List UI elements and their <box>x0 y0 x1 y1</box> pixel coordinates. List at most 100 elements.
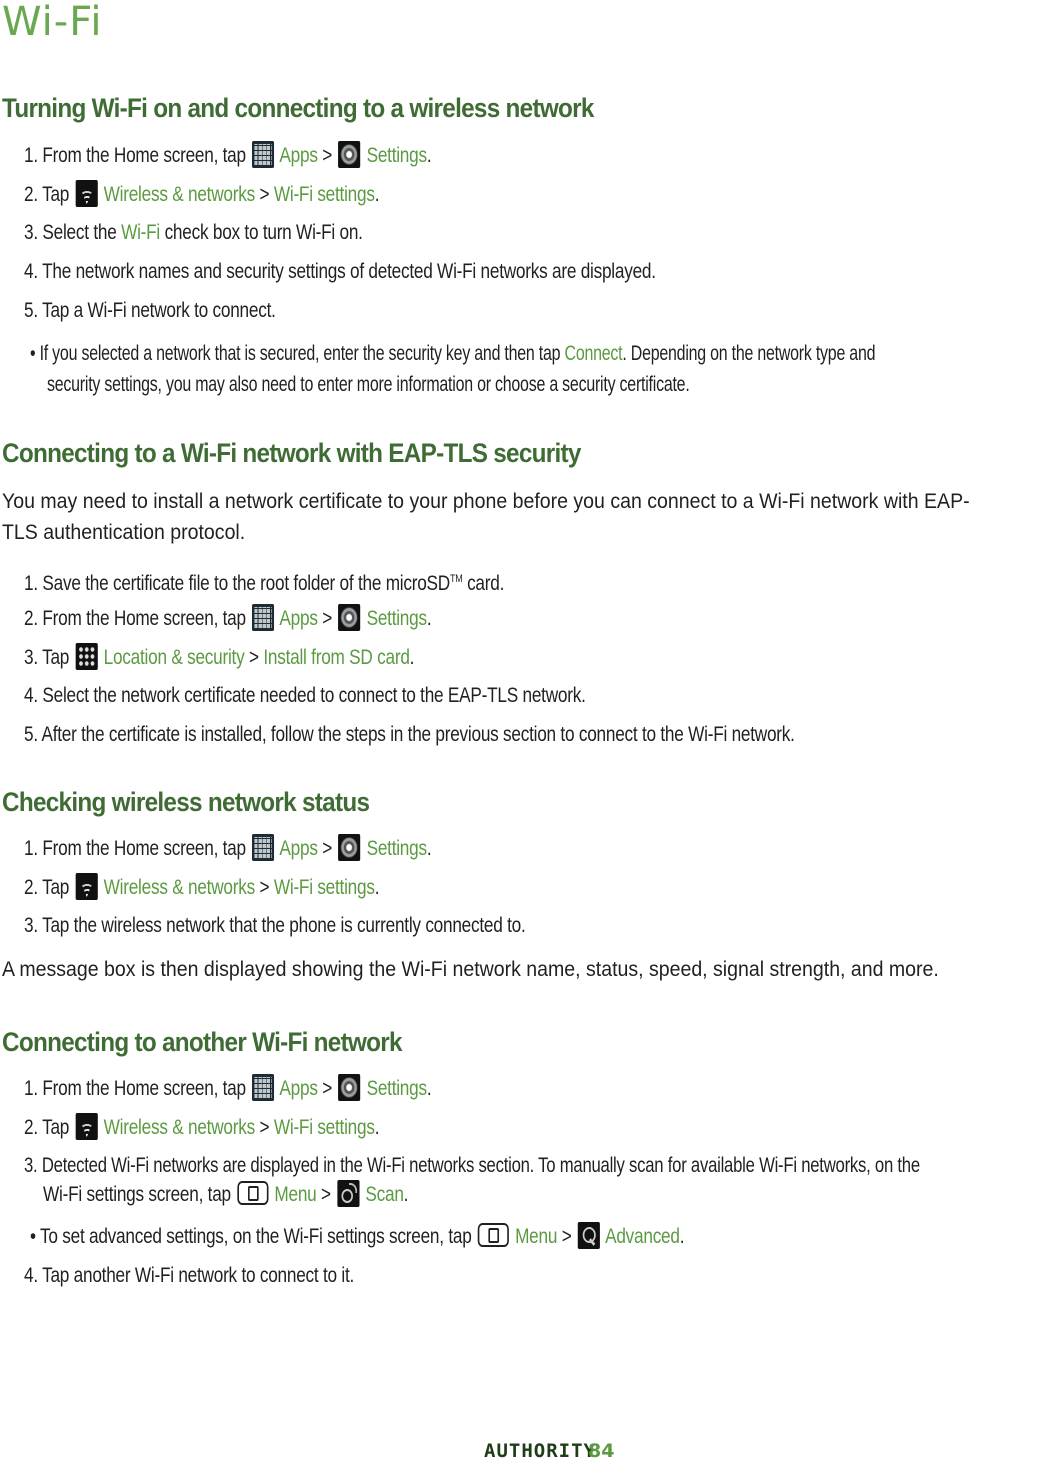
trademark: TM <box>449 573 463 585</box>
wifi-settings-link[interactable]: Wi-Fi settings <box>274 183 375 206</box>
separator: > <box>259 876 270 899</box>
separator: > <box>322 607 333 630</box>
step-text: 1. From the Home screen, tap <box>24 837 246 860</box>
s4-step-3-line-1: 3. Detected Wi-Fi networks are displayed… <box>24 1154 920 1177</box>
scan-icon <box>337 1180 360 1207</box>
punct: . <box>374 876 380 899</box>
settings-icon <box>338 834 361 861</box>
apps-icon <box>252 1074 275 1101</box>
punct: . <box>679 1225 685 1248</box>
menu-key-icon <box>237 1181 269 1205</box>
s2-step-5: 5. After the certificate is installed, f… <box>24 723 795 746</box>
settings-link[interactable]: Settings <box>367 144 428 167</box>
advanced-link[interactable]: Advanced <box>605 1225 680 1248</box>
step-text: 3. Tap <box>24 646 70 669</box>
wifi-settings-link[interactable]: Wi-Fi settings <box>274 876 375 899</box>
apps-icon <box>252 604 275 631</box>
s3-step-2: 2. Tap Wireless & networks > Wi-Fi setti… <box>24 873 379 902</box>
connect-link[interactable]: Connect <box>565 342 623 365</box>
step-text: 1. From the Home screen, tap <box>24 144 246 167</box>
section-heading-turning-wifi-on: Turning Wi-Fi on and connecting to a wir… <box>2 93 594 123</box>
s2-step-2: 2. From the Home screen, tap Apps > Sett… <box>24 604 432 633</box>
s4-step-4: 4. Tap another Wi-Fi network to connect … <box>24 1264 355 1287</box>
settings-link[interactable]: Settings <box>367 837 428 860</box>
bullet-text: • To set advanced settings, on the Wi-Fi… <box>30 1225 472 1248</box>
s1-step-4: 4. The network names and security settin… <box>24 260 656 283</box>
section-heading-another-network: Connecting to another Wi-Fi network <box>2 1027 403 1057</box>
step-text: 1. Save the certificate file to the root… <box>24 572 450 595</box>
separator: > <box>259 1116 270 1139</box>
s3-step-1: 1. From the Home screen, tap Apps > Sett… <box>24 834 432 863</box>
step-text: 2. Tap <box>24 876 70 899</box>
punct: . <box>409 646 415 669</box>
settings-icon <box>338 1074 361 1101</box>
step-text: check box to turn Wi-Fi on. <box>164 221 363 244</box>
page-number: 84 <box>588 1440 615 1462</box>
step-text: 2. Tap <box>24 1116 70 1139</box>
s1-bullet-line-2: security settings, you may also need to … <box>47 373 690 396</box>
s4-step-1: 1. From the Home screen, tap Apps > Sett… <box>24 1074 432 1103</box>
separator: > <box>322 144 333 167</box>
punct: . <box>426 144 432 167</box>
punct: . <box>403 1183 409 1206</box>
wireless-networks-link[interactable]: Wireless & networks <box>104 183 256 206</box>
punct: . <box>426 837 432 860</box>
step-text: 3. Select the <box>24 221 117 244</box>
separator: > <box>321 1183 331 1206</box>
s1-step-5: 5. Tap a Wi-Fi network to connect. <box>24 299 276 322</box>
advanced-icon <box>577 1222 600 1249</box>
step-text: card. <box>462 572 505 595</box>
s2-intro-line-1: You may need to install a network certif… <box>2 490 970 513</box>
menu-link[interactable]: Menu <box>515 1225 557 1248</box>
step-text: Wi-Fi settings screen, tap <box>43 1183 231 1206</box>
install-from-sd-link[interactable]: Install from SD card <box>263 646 410 669</box>
separator: > <box>322 1077 333 1100</box>
s4-step-3-line-2: Wi-Fi settings screen, tap Menu > Scan. <box>43 1180 408 1209</box>
s1-step-3: 3. Select the Wi-Fi check box to turn Wi… <box>24 219 363 247</box>
s2-step-3: 3. Tap Location & security > Install fro… <box>24 643 414 672</box>
punct: . <box>426 1077 432 1100</box>
s1-step-1: 1. From the Home screen, tap Apps > Sett… <box>24 141 432 170</box>
separator: > <box>249 646 259 669</box>
section-heading-eap-tls: Connecting to a Wi-Fi network with EAP-T… <box>2 438 581 468</box>
step-text: 2. Tap <box>24 183 70 206</box>
settings-icon <box>338 604 361 631</box>
bullet-text: • If you selected a network that is secu… <box>30 342 561 365</box>
wifi-checkbox-link[interactable]: Wi-Fi <box>121 221 160 244</box>
punct: . <box>426 607 432 630</box>
s4-bullet: • To set advanced settings, on the Wi-Fi… <box>30 1222 685 1251</box>
apps-link[interactable]: Apps <box>279 1077 318 1100</box>
wifi-icon <box>75 180 98 207</box>
punct: . <box>374 183 380 206</box>
apps-link[interactable]: Apps <box>279 837 318 860</box>
wireless-networks-link[interactable]: Wireless & networks <box>104 1116 256 1139</box>
apps-link[interactable]: Apps <box>279 144 318 167</box>
s2-intro-line-2: TLS authentication protocol. <box>2 521 246 544</box>
s4-step-2: 2. Tap Wireless & networks > Wi-Fi setti… <box>24 1113 379 1142</box>
s2-step-1: 1. Save the certificate file to the root… <box>24 565 504 598</box>
settings-icon <box>338 141 361 168</box>
separator: > <box>322 837 333 860</box>
s1-step-2: 2. Tap Wireless & networks > Wi-Fi setti… <box>24 180 379 209</box>
menu-key-icon <box>477 1223 509 1247</box>
separator: > <box>259 183 270 206</box>
wifi-icon <box>75 1113 98 1140</box>
wireless-networks-link[interactable]: Wireless & networks <box>104 876 256 899</box>
location-security-icon <box>75 643 98 670</box>
settings-link[interactable]: Settings <box>367 607 428 630</box>
apps-link[interactable]: Apps <box>279 607 318 630</box>
footer-brand: AUTHORITY <box>484 1440 596 1462</box>
s3-step-3: 3. Tap the wireless network that the pho… <box>24 914 526 937</box>
location-security-link[interactable]: Location & security <box>104 646 245 669</box>
apps-icon <box>252 834 275 861</box>
bullet-text: . Depending on the network type and <box>622 342 876 365</box>
apps-icon <box>252 141 275 168</box>
settings-link[interactable]: Settings <box>367 1077 428 1100</box>
punct: . <box>374 1116 380 1139</box>
wifi-settings-link[interactable]: Wi-Fi settings <box>274 1116 375 1139</box>
scan-link[interactable]: Scan <box>365 1183 404 1206</box>
menu-link[interactable]: Menu <box>274 1183 316 1206</box>
page-title: Wi-Fi <box>2 0 103 45</box>
step-text: 2. From the Home screen, tap <box>24 607 246 630</box>
wifi-icon <box>75 873 98 900</box>
